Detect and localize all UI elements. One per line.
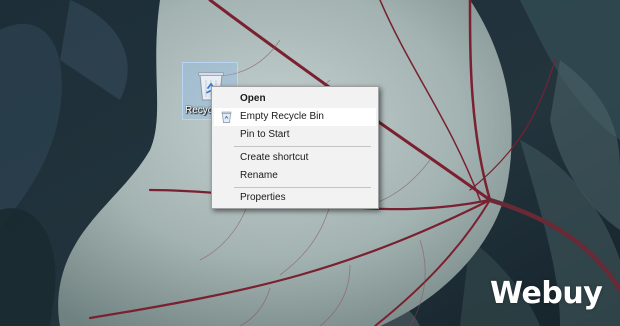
menu-item-empty-recycle-bin[interactable]: Empty Recycle Bin [214, 108, 376, 126]
desktop[interactable]: Recycle Bin Open Empty Recycle Bin Pin t… [0, 0, 620, 326]
webuy-watermark: Webuy [490, 276, 603, 311]
menu-item-properties[interactable]: Properties [214, 189, 376, 207]
menu-item-pin-to-start[interactable]: Pin to Start [214, 126, 376, 144]
menu-item-create-shortcut-label: Create shortcut [240, 152, 309, 163]
menu-item-open-label: Open [240, 93, 266, 104]
menu-item-properties-label: Properties [240, 192, 286, 203]
menu-item-rename-label: Rename [240, 170, 278, 181]
context-menu: Open Empty Recycle Bin Pin to Start Crea… [211, 86, 379, 209]
menu-separator [234, 187, 371, 188]
menu-item-rename[interactable]: Rename [214, 167, 376, 185]
menu-separator [234, 146, 371, 147]
menu-item-open[interactable]: Open [214, 90, 376, 108]
menu-item-create-shortcut[interactable]: Create shortcut [214, 149, 376, 167]
menu-item-empty-recycle-bin-label: Empty Recycle Bin [240, 111, 324, 122]
recycle-bin-icon [221, 111, 232, 123]
menu-item-pin-to-start-label: Pin to Start [240, 129, 290, 140]
